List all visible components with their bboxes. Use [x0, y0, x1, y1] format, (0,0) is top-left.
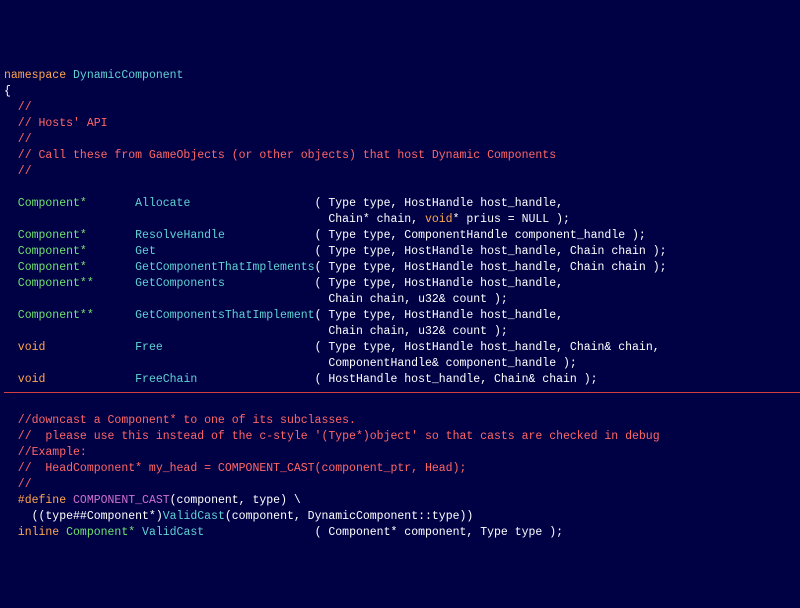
- blank: [4, 181, 11, 194]
- fn-getcomponentthatimplements: GetComponentThatImplements: [87, 261, 315, 274]
- comment-line: //: [4, 478, 32, 491]
- macro-body: (component, DynamicComponent::type)): [225, 510, 473, 523]
- comment-line: // Hosts' API: [4, 117, 108, 130]
- sig: Chain* chain,: [4, 213, 425, 226]
- sig: ( Type type, HostHandle host_handle,: [315, 309, 563, 322]
- ret-type: Component*: [4, 197, 87, 210]
- comment-line: //: [4, 165, 32, 178]
- fn-get: Get: [87, 245, 156, 258]
- sig: ( Type type, HostHandle host_handle,: [190, 197, 563, 210]
- ns-name: DynamicComponent: [66, 69, 183, 82]
- sig: ( Type type, HostHandle host_handle, Cha…: [156, 245, 667, 258]
- sig: ( Type type, HostHandle host_handle,: [225, 277, 563, 290]
- kw-inline: inline: [4, 526, 59, 539]
- fn-getcomponentsthatimplement: GetComponentsThatImplement: [94, 309, 315, 322]
- ret-type: Component*: [59, 526, 135, 539]
- comment-line: //Example:: [4, 446, 87, 459]
- kw-namespace: namespace: [4, 69, 66, 82]
- sig: ( Type type, ComponentHandle component_h…: [225, 229, 646, 242]
- fn-validcast: ValidCast: [163, 510, 225, 523]
- sig: Chain chain, u32& count );: [4, 325, 508, 338]
- fn-getcomponents: GetComponents: [94, 277, 225, 290]
- ret-type: Component*: [4, 261, 87, 274]
- fn-validcast: ValidCast: [135, 526, 204, 539]
- ret-type: Component*: [4, 245, 87, 258]
- sig: * prius = NULL );: [453, 213, 570, 226]
- fn-free: Free: [45, 341, 162, 354]
- comment-line: // HeadComponent* my_head = COMPONENT_CA…: [4, 462, 466, 475]
- sig: Chain chain, u32& count );: [4, 293, 508, 306]
- divider: [4, 392, 800, 393]
- sig: ( Type type, HostHandle host_handle, Cha…: [315, 261, 667, 274]
- sig: ( Component* component, Type type );: [204, 526, 563, 539]
- ret-type: Component**: [4, 277, 94, 290]
- sig: ComponentHandle& component_handle );: [4, 357, 577, 370]
- macro-args: (component, type) \: [170, 494, 301, 507]
- ret-type: Component**: [4, 309, 94, 322]
- comment-line: // please use this instead of the c-styl…: [4, 430, 660, 443]
- fn-resolvehandle: ResolveHandle: [87, 229, 225, 242]
- comment-line: //downcast a Component* to one of its su…: [4, 414, 356, 427]
- kw-void: void: [4, 373, 45, 386]
- comment-line: // Call these from GameObjects (or other…: [4, 149, 556, 162]
- sig: ( HostHandle host_handle, Chain& chain )…: [197, 373, 597, 386]
- kw-void: void: [425, 213, 453, 226]
- macro-body: ((type##Component*): [4, 510, 163, 523]
- comment-line: //: [4, 133, 32, 146]
- comment-line: //: [4, 101, 32, 114]
- kw-define: #define: [4, 494, 66, 507]
- brace-open: {: [4, 85, 11, 98]
- ret-type: Component*: [4, 229, 87, 242]
- macro-name: COMPONENT_CAST: [66, 494, 170, 507]
- fn-freechain: FreeChain: [45, 373, 197, 386]
- fn-allocate: Allocate: [87, 197, 191, 210]
- kw-void: void: [4, 341, 45, 354]
- sig: ( Type type, HostHandle host_handle, Cha…: [163, 341, 660, 354]
